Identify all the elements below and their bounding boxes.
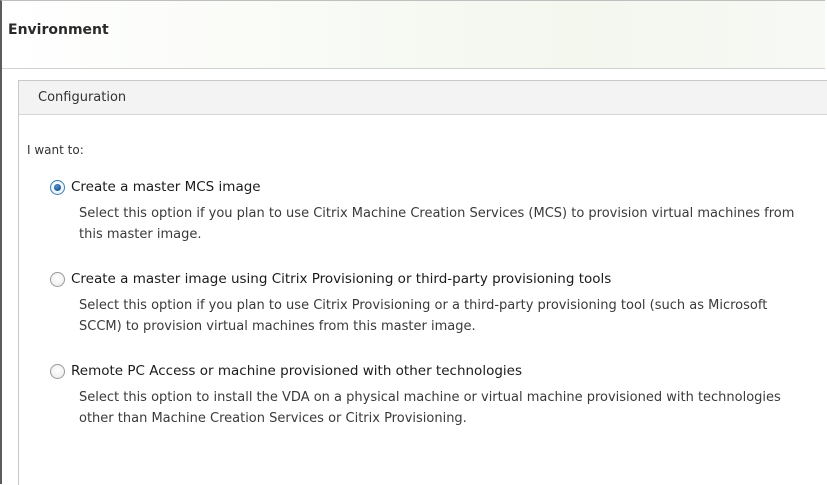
page-title: Environment: [8, 22, 109, 38]
radio-provisioning-tools[interactable]: [50, 272, 65, 287]
installer-window: Environment Configuration I want to: Cre…: [0, 0, 827, 485]
prompt-label: I want to:: [27, 143, 84, 157]
environment-header: Environment: [2, 1, 825, 69]
option-label[interactable]: Create a master image using Citrix Provi…: [71, 271, 611, 287]
option-label[interactable]: Remote PC Access or machine provisioned …: [71, 363, 522, 379]
radio-mcs-image[interactable]: [50, 180, 65, 195]
option-label[interactable]: Create a master MCS image: [71, 179, 261, 195]
radio-remote-pc-access[interactable]: [50, 364, 65, 379]
panel-title: Configuration: [38, 90, 127, 105]
option-description: Select this option to install the VDA on…: [79, 390, 781, 426]
option-description: Select this option if you plan to use Ci…: [79, 206, 795, 242]
option-description: Select this option if you plan to use Ci…: [79, 298, 768, 334]
radio-selected-dot-icon: [54, 184, 61, 191]
configuration-panel-header: Configuration: [19, 81, 827, 115]
